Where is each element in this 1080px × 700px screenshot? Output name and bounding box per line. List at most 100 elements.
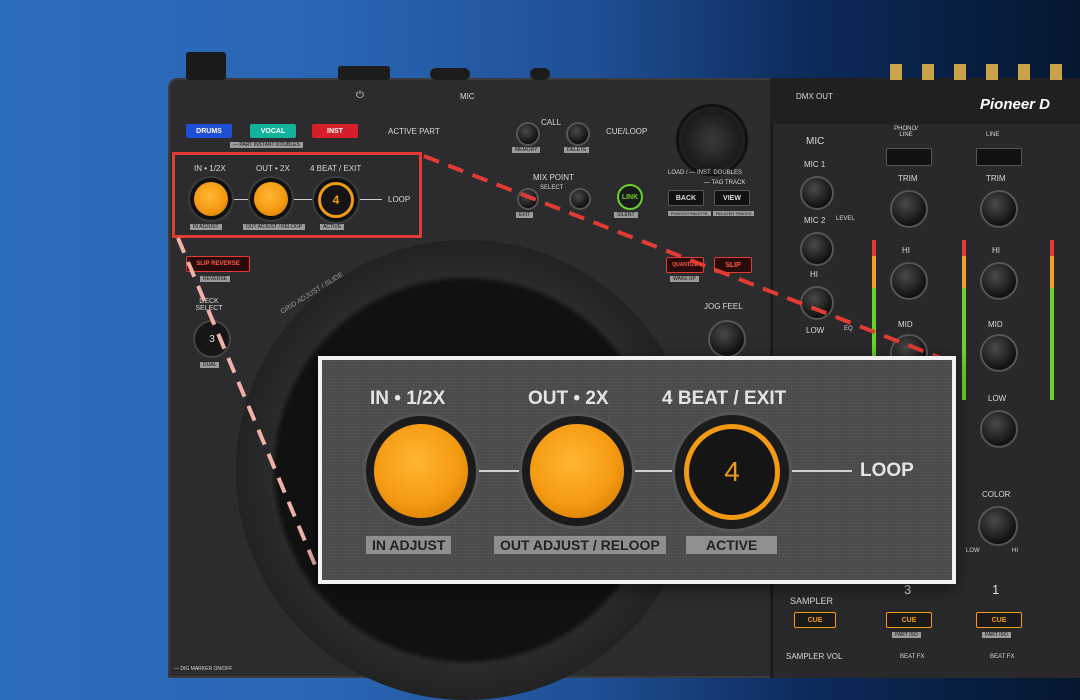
dual-label: DUAL	[200, 362, 220, 368]
phono-line-label: PHONO/ LINE	[894, 126, 918, 138]
zoom-callout-panel: IN • 1/2X OUT • 2X 4 BEAT / EXIT 4 LOOP …	[318, 356, 956, 584]
ch1-low-knob[interactable]	[980, 410, 1018, 448]
view-button[interactable]: VIEW	[714, 190, 750, 206]
zoom-loop-in-button[interactable]	[374, 424, 468, 518]
select-label: SELECT	[540, 185, 564, 191]
active-part-label: ACTIVE PART	[388, 127, 440, 136]
call-next-button[interactable]	[566, 122, 590, 146]
sampler-vol-label: SAMPLER VOL	[786, 652, 843, 661]
mic1-level-knob[interactable]	[800, 176, 834, 210]
ch1-mid-knob[interactable]	[980, 334, 1018, 372]
slip-button[interactable]: SLIP	[714, 257, 752, 273]
rca-jacks	[890, 64, 1070, 80]
sampler-label: SAMPLER	[790, 596, 834, 606]
playlist-palette-label: PLAYLIST PALETTE	[668, 211, 711, 216]
mix-point-right-button[interactable]	[569, 188, 591, 210]
jog-feel-label: JOG FEEL	[704, 302, 743, 311]
link-button[interactable]: LINK	[617, 184, 643, 210]
deck-select-label: DECK SELECT	[195, 298, 223, 312]
tag-track-label: — TAG TRACK	[704, 180, 746, 186]
ch1-level-meter	[962, 240, 966, 400]
top-connector	[338, 66, 390, 80]
ch3-part-iso-label: PART ISO	[892, 632, 921, 638]
ch1-beat-fx-label: BEAT FX	[990, 654, 1015, 660]
zoom-in-adjust-label: IN ADJUST	[366, 536, 452, 554]
exit-label: EXIT	[516, 212, 534, 218]
slip-reverse-button[interactable]: SLIP REVERSE	[186, 256, 250, 272]
silent-label: SILENT	[614, 212, 638, 218]
rotary-selector-knob[interactable]	[676, 104, 748, 176]
mic-low-label: LOW	[806, 326, 825, 335]
mix-point-label: MIX POINT	[533, 173, 574, 182]
ch1-input-switch[interactable]	[976, 148, 1022, 166]
ch2-level-meter	[1050, 240, 1054, 400]
loop-highlight-frame	[172, 152, 422, 238]
mic2-level-knob[interactable]	[800, 232, 834, 266]
cue-loop-label: CUE/LOOP	[606, 127, 648, 136]
ch1-part-iso-label: PART ISO	[982, 632, 1011, 638]
dmx-out-label: DMX OUT	[796, 92, 833, 101]
mix-point-left-button[interactable]	[517, 188, 539, 210]
top-connector	[430, 68, 470, 80]
ch1-hi-label: HI	[992, 246, 1000, 255]
ch1-low-label: LOW	[988, 394, 1007, 403]
load-hint-label: LOAD / — INST. DOUBLES	[668, 170, 743, 176]
ch3-trim-knob[interactable]	[890, 190, 928, 228]
mic-hi-label: HI	[810, 270, 818, 279]
zoom-out-label: OUT • 2X	[528, 388, 609, 409]
top-connector	[530, 68, 550, 80]
mic2-label: MIC 2	[804, 216, 826, 225]
level-label: LEVEL	[836, 216, 855, 222]
sampler-cue-button[interactable]: CUE	[794, 612, 836, 628]
reverse-label: REVERSE	[200, 276, 230, 282]
inst-button[interactable]: INST	[312, 124, 358, 138]
mic-hi-knob[interactable]	[800, 286, 834, 320]
jog-feel-knob[interactable]	[708, 320, 746, 358]
zoom-active-label: ACTIVE	[686, 536, 778, 554]
call-label: CALL	[541, 118, 562, 127]
zoom-loop-label: LOOP	[860, 460, 914, 481]
vocal-button[interactable]: VOCAL	[250, 124, 296, 138]
color-low-label: LOW	[966, 548, 980, 554]
zoom-in-label: IN • 1/2X	[370, 388, 446, 409]
memory-label: MEMORY	[512, 147, 541, 153]
top-connector	[186, 52, 226, 80]
related-tracks-label: RELATED TRACKS	[713, 211, 755, 216]
mixer-mic-label: MIC	[806, 136, 825, 147]
drums-button[interactable]: DRUMS	[186, 124, 232, 138]
wake-up-label: WAKE UP	[670, 276, 699, 282]
color-hi-label: HI	[1012, 548, 1018, 554]
zoom-4beat-exit-button[interactable]: 4	[684, 424, 780, 520]
ch1-cue-button[interactable]: CUE	[976, 612, 1022, 628]
zoom-loop-out-button[interactable]	[530, 424, 624, 518]
ch1-hi-knob[interactable]	[980, 262, 1018, 300]
quantize-button[interactable]: QUANTIZE	[666, 257, 704, 273]
brand-logo: Pioneer D	[980, 96, 1051, 113]
ch1-trim-knob[interactable]	[980, 190, 1018, 228]
power-icon[interactable]: ⏻	[356, 90, 364, 101]
call-prev-button[interactable]	[516, 122, 540, 146]
zoom-connector	[412, 470, 852, 472]
dig-marker-label: — DIG MARKER ON/OFF	[174, 666, 233, 672]
ch3-hi-knob[interactable]	[890, 262, 928, 300]
ch3-mid-label: MID	[898, 320, 913, 329]
ch3-trim-label: TRIM	[898, 174, 918, 183]
ch3-beat-fx-label: BEAT FX	[900, 654, 925, 660]
zoom-beat-label: 4 BEAT / EXIT	[662, 388, 787, 409]
ch3-cue-button[interactable]: CUE	[886, 612, 932, 628]
part-instant-label: — PART INSTANT DOUBLES	[230, 142, 303, 148]
ch1-color-knob[interactable]	[978, 506, 1018, 546]
ch1-trim-label: TRIM	[986, 174, 1006, 183]
back-button[interactable]: BACK	[668, 190, 704, 206]
deck-select-button[interactable]: 3	[193, 320, 231, 358]
color-label: COLOR	[982, 490, 1011, 499]
zoom-out-adjust-label: OUT ADJUST / RELOOP	[494, 536, 666, 554]
mic1-label: MIC 1	[804, 160, 826, 169]
ch3-number: 3	[904, 582, 912, 597]
ch1-number: 1	[992, 582, 1000, 597]
ch1-mid-label: MID	[988, 320, 1003, 329]
line-label: LINE	[986, 132, 1000, 138]
mic-input-label: MIC	[460, 92, 475, 101]
ch3-hi-label: HI	[902, 246, 910, 255]
ch3-input-switch[interactable]	[886, 148, 932, 166]
